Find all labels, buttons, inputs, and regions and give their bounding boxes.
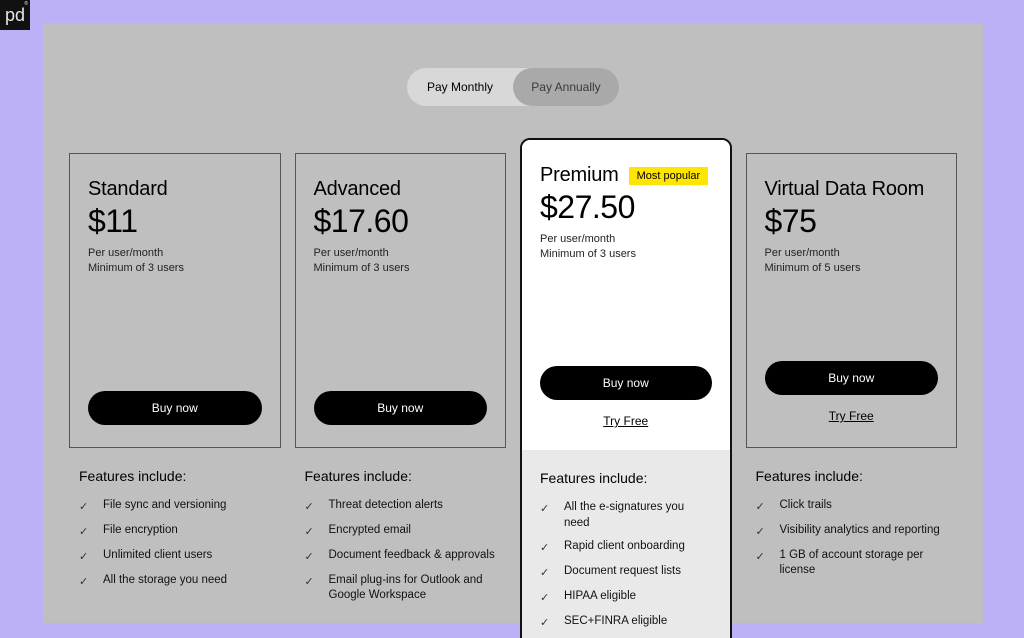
feature-list: ✓Click trails ✓Visibility analytics and … (756, 494, 948, 583)
feature-item: ✓Email plug-ins for Outlook and Google W… (305, 569, 497, 608)
feature-item: ✓Visibility analytics and reporting (756, 519, 948, 544)
plan-features: Features include: ✓Threat detection aler… (295, 448, 507, 618)
check-icon: ✓ (540, 541, 550, 556)
feature-list: ✓Threat detection alerts ✓Encrypted emai… (305, 494, 497, 608)
try-free-link[interactable]: Try Free (603, 414, 648, 428)
billing-toggle[interactable]: Pay Monthly Pay Annually (407, 68, 619, 106)
plan-unit: Per user/month Minimum of 5 users (765, 246, 939, 276)
buy-now-button[interactable]: Buy now (88, 391, 262, 425)
plans-row: Standard $11 Per user/month Minimum of 3… (69, 153, 957, 638)
features-heading: Features include: (79, 468, 271, 484)
plan-name: Premium (540, 164, 619, 187)
feature-item: ✓Threat detection alerts (305, 494, 497, 519)
plan-features: Features include: ✓All the e-signatures … (522, 450, 730, 638)
toggle-pay-annually[interactable]: Pay Annually (513, 68, 619, 106)
feature-item: ✓File sync and versioning (79, 494, 271, 519)
check-icon: ✓ (305, 575, 315, 590)
plan-card: Virtual Data Room $75 Per user/month Min… (746, 153, 958, 448)
buy-now-button[interactable]: Buy now (540, 366, 712, 400)
features-heading: Features include: (305, 468, 497, 484)
feature-item: ✓Click trails (756, 494, 948, 519)
plan-virtual-data-room: Virtual Data Room $75 Per user/month Min… (746, 153, 958, 638)
plan-price: $27.50 (540, 189, 712, 226)
buy-now-button[interactable]: Buy now (765, 361, 939, 395)
features-heading: Features include: (756, 468, 948, 484)
buy-now-button[interactable]: Buy now (314, 391, 488, 425)
try-free-link[interactable]: Try Free (829, 409, 874, 423)
feature-item: ✓File encryption (79, 519, 271, 544)
plan-card-featured: Premium Most popular $27.50 Per user/mon… (520, 138, 732, 638)
feature-item: ✓Encrypted email (305, 519, 497, 544)
feature-list: ✓All the e-signatures you need ✓Rapid cl… (540, 496, 712, 634)
feature-item: ✓1 GB of account storage per license (756, 544, 948, 583)
feature-item: ✓SEC+FINRA eligible (540, 610, 712, 635)
most-popular-badge: Most popular (629, 167, 709, 185)
check-icon: ✓ (79, 500, 89, 515)
plan-advanced: Advanced $17.60 Per user/month Minimum o… (295, 153, 507, 638)
features-heading: Features include: (540, 470, 712, 486)
plan-features: Features include: ✓Click trails ✓Visibil… (746, 448, 958, 593)
feature-list: ✓File sync and versioning ✓File encrypti… (79, 494, 271, 593)
feature-item: ✓Unlimited client users (79, 544, 271, 569)
check-icon: ✓ (756, 525, 766, 540)
check-icon: ✓ (305, 550, 315, 565)
check-icon: ✓ (79, 550, 89, 565)
plan-premium: Premium Most popular $27.50 Per user/mon… (520, 153, 732, 638)
plan-name: Standard (88, 178, 168, 201)
check-icon: ✓ (756, 500, 766, 515)
logo-letters: pd (5, 5, 25, 26)
plan-name: Advanced (314, 178, 401, 201)
toggle-pay-monthly[interactable]: Pay Monthly (407, 68, 513, 106)
plan-price: $11 (88, 203, 262, 240)
check-icon: ✓ (540, 502, 550, 517)
plan-features: Features include: ✓File sync and version… (69, 448, 281, 603)
feature-item: ✓Document request lists (540, 560, 712, 585)
check-icon: ✓ (540, 566, 550, 581)
check-icon: ✓ (540, 591, 550, 606)
feature-item: ✓All the storage you need (79, 569, 271, 594)
logo-badge: pd ® (0, 0, 30, 30)
check-icon: ✓ (79, 575, 89, 590)
feature-item: ✓Rapid client onboarding (540, 535, 712, 560)
plan-price: $17.60 (314, 203, 488, 240)
registered-mark: ® (24, 1, 28, 7)
check-icon: ✓ (756, 550, 766, 565)
plan-unit: Per user/month Minimum of 3 users (88, 246, 262, 276)
check-icon: ✓ (540, 616, 550, 631)
plan-card: Premium Most popular $27.50 Per user/mon… (522, 140, 730, 450)
feature-item: ✓HIPAA eligible (540, 585, 712, 610)
plan-unit: Per user/month Minimum of 3 users (314, 246, 488, 276)
plan-price: $75 (765, 203, 939, 240)
plan-standard: Standard $11 Per user/month Minimum of 3… (69, 153, 281, 638)
plan-name: Virtual Data Room (765, 178, 925, 201)
check-icon: ✓ (79, 525, 89, 540)
check-icon: ✓ (305, 500, 315, 515)
plan-card: Advanced $17.60 Per user/month Minimum o… (295, 153, 507, 448)
check-icon: ✓ (305, 525, 315, 540)
plan-unit: Per user/month Minimum of 3 users (540, 232, 712, 262)
feature-item: ✓Document feedback & approvals (305, 544, 497, 569)
feature-item: ✓All the e-signatures you need (540, 496, 712, 535)
pricing-panel: Pay Monthly Pay Annually Standard $11 Pe… (43, 23, 983, 623)
plan-card: Standard $11 Per user/month Minimum of 3… (69, 153, 281, 448)
